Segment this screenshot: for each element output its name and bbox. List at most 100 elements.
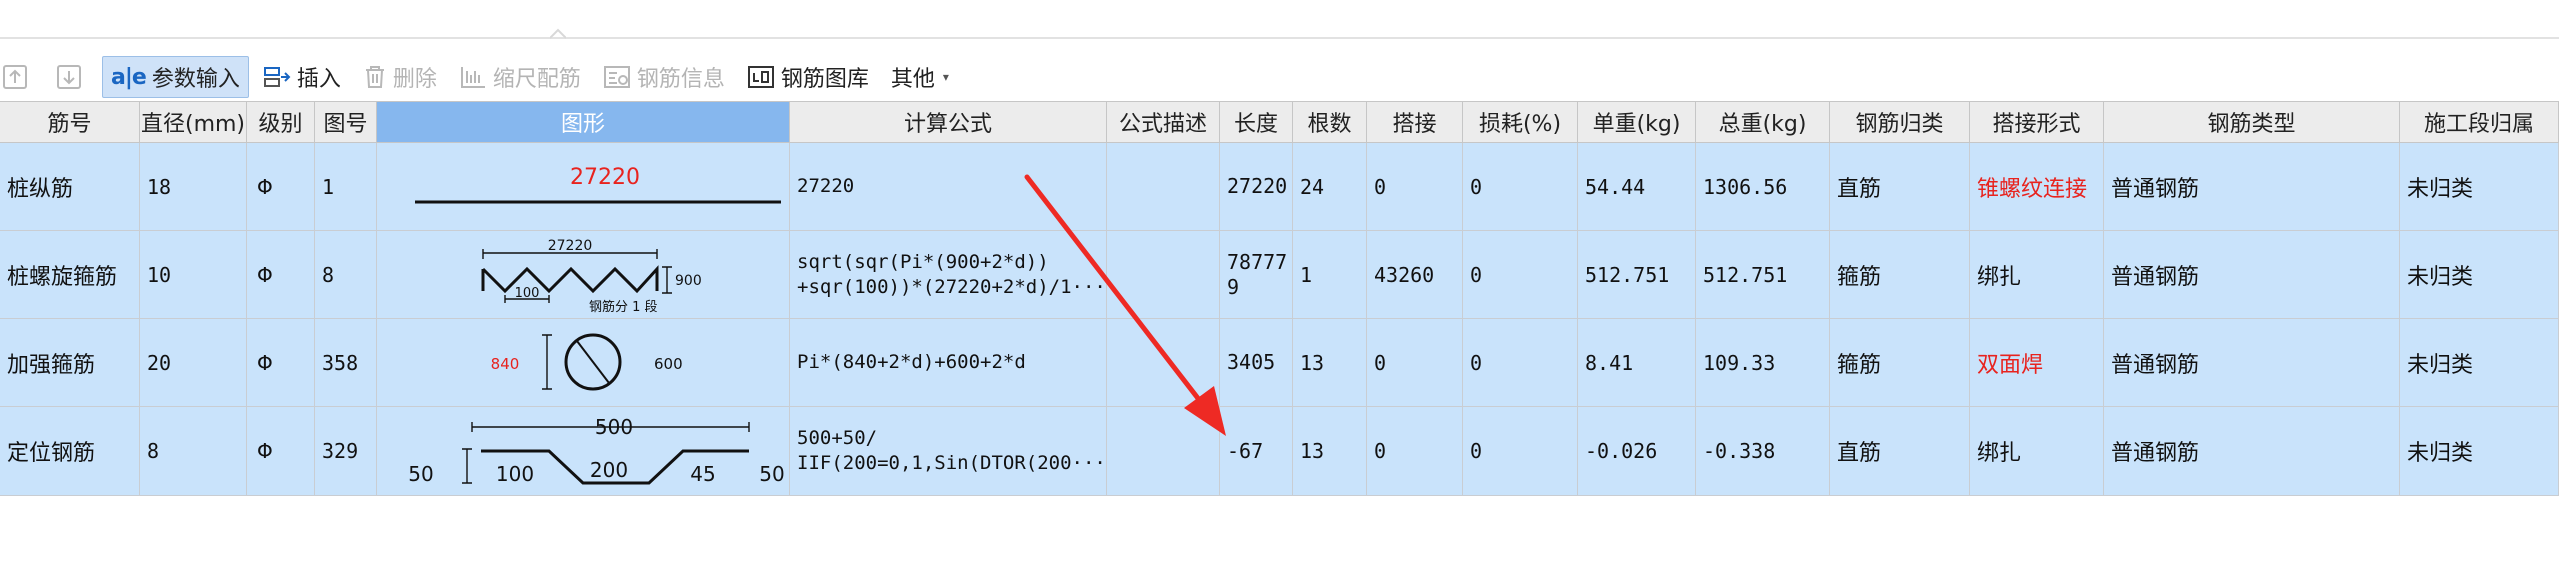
cell-shape[interactable]: 500 50 100 200 45 50 (377, 407, 790, 496)
move-down-button[interactable] (48, 57, 96, 97)
cell-diameter[interactable]: 20 (140, 319, 247, 407)
cell-lap-type[interactable]: 双面焊 (1970, 319, 2104, 407)
cell-loss[interactable]: 0 (1463, 319, 1578, 407)
cell-count[interactable]: 13 (1293, 319, 1367, 407)
cell-unit-weight[interactable]: -0.026 (1578, 407, 1696, 496)
rebar-library-button[interactable]: 钢筋图库 (739, 57, 877, 97)
cell-grade[interactable]: Φ (247, 231, 315, 319)
cell-loss[interactable]: 0 (1463, 231, 1578, 319)
cell-grade[interactable]: Φ (247, 407, 315, 496)
param-input-button[interactable]: a|e 参数输入 (102, 56, 249, 98)
header-loss[interactable]: 损耗(%) (1463, 101, 1578, 143)
cell-total-weight[interactable]: 512.751 (1696, 231, 1830, 319)
cell-shape[interactable]: 27220 900 100 钢筋分 1 段 (377, 231, 790, 319)
cell-diameter[interactable]: 10 (140, 231, 247, 319)
cell-count[interactable]: 24 (1293, 143, 1367, 231)
header-count[interactable]: 根数 (1293, 101, 1367, 143)
panel-notch (550, 28, 566, 39)
cell-segment[interactable]: 未归类 (2400, 407, 2559, 496)
header-rebar-no[interactable]: 筋号 (0, 101, 140, 143)
cell-lap[interactable]: 43260 (1367, 231, 1463, 319)
cell-lap-type[interactable]: 锥螺纹连接 (1970, 143, 2104, 231)
header-figure-no[interactable]: 图号 (315, 101, 377, 143)
cell-total-weight[interactable]: 1306.56 (1696, 143, 1830, 231)
cell-lap-type[interactable]: 绑扎 (1970, 407, 2104, 496)
cell-length[interactable]: 78777 9 (1220, 231, 1293, 319)
cell-rebar-no[interactable]: 加强箍筋 (0, 319, 140, 407)
cell-figure-no[interactable]: 358 (315, 319, 377, 407)
cell-lap[interactable]: 0 (1367, 143, 1463, 231)
header-formula-desc[interactable]: 公式描述 (1107, 101, 1220, 143)
cell-unit-weight[interactable]: 8.41 (1578, 319, 1696, 407)
cell-rebar-no[interactable]: 定位钢筋 (0, 407, 140, 496)
cell-grade[interactable]: Φ (247, 319, 315, 407)
insert-button[interactable]: 插入 (255, 57, 349, 97)
header-lap[interactable]: 搭接 (1367, 101, 1463, 143)
header-diameter[interactable]: 直径(mm) (140, 101, 247, 143)
cell-loss[interactable]: 0 (1463, 407, 1578, 496)
cell-diameter[interactable]: 8 (140, 407, 247, 496)
header-formula[interactable]: 计算公式 (790, 101, 1107, 143)
cell-unit-weight[interactable]: 512.751 (1578, 231, 1696, 319)
table-row[interactable]: 定位钢筋 8 Φ 329 500 50 100 200 45 50 500+50/II… (0, 407, 2559, 496)
cell-figure-no[interactable]: 8 (315, 231, 377, 319)
cell-shape[interactable]: 27220 (377, 143, 790, 231)
cell-length[interactable]: -67 (1220, 407, 1293, 496)
cell-rebar-type[interactable]: 普通钢筋 (2104, 319, 2400, 407)
rebar-info-button[interactable]: 钢筋信息 (595, 57, 733, 97)
header-shape[interactable]: 图形 (377, 101, 790, 143)
table-row[interactable]: 加强箍筋 20 Φ 358 840 600 Pi*(840+2*d)+600+2*d 3… (0, 319, 2559, 407)
cell-unit-weight[interactable]: 54.44 (1578, 143, 1696, 231)
cell-shape[interactable]: 840 600 (377, 319, 790, 407)
move-up-button[interactable] (0, 57, 42, 97)
header-rebar-type[interactable]: 钢筋类型 (2104, 101, 2400, 143)
cell-grade[interactable]: Φ (247, 143, 315, 231)
formula-line: +sqr(100))*(27220+2*d)/1··· (797, 275, 1106, 298)
cell-lap[interactable]: 0 (1367, 407, 1463, 496)
cell-formula[interactable]: 500+50/IIF(200=0,1,Sin(DTOR(200··· (790, 407, 1107, 496)
cell-formula[interactable]: Pi*(840+2*d)+600+2*d (790, 319, 1107, 407)
cell-rebar-type[interactable]: 普通钢筋 (2104, 407, 2400, 496)
cell-loss[interactable]: 0 (1463, 143, 1578, 231)
header-length[interactable]: 长度 (1220, 101, 1293, 143)
cell-rebar-category[interactable]: 直筋 (1830, 143, 1970, 231)
cell-diameter[interactable]: 18 (140, 143, 247, 231)
cell-formula-desc[interactable] (1107, 143, 1220, 231)
cell-segment[interactable]: 未归类 (2400, 143, 2559, 231)
header-rebar-category[interactable]: 钢筋归类 (1830, 101, 1970, 143)
table-row[interactable]: 桩纵筋 18 Φ 1 27220 27220 27220 24 0 0 54.44 1306.56… (0, 143, 2559, 231)
cell-formula[interactable]: sqrt(sqr(Pi*(900+2*d)) +sqr(100))*(27220+… (790, 231, 1107, 319)
cell-formula-desc[interactable] (1107, 407, 1220, 496)
cell-segment[interactable]: 未归类 (2400, 231, 2559, 319)
cell-rebar-category[interactable]: 箍筋 (1830, 231, 1970, 319)
cell-segment[interactable]: 未归类 (2400, 319, 2559, 407)
cell-figure-no[interactable]: 1 (315, 143, 377, 231)
cell-rebar-category[interactable]: 箍筋 (1830, 319, 1970, 407)
scale-rebar-button[interactable]: 缩尺配筋 (451, 57, 589, 97)
header-segment[interactable]: 施工段归属 (2400, 101, 2559, 143)
cell-count[interactable]: 13 (1293, 407, 1367, 496)
cell-rebar-type[interactable]: 普通钢筋 (2104, 143, 2400, 231)
header-grade[interactable]: 级别 (247, 101, 315, 143)
cell-figure-no[interactable]: 329 (315, 407, 377, 496)
cell-rebar-no[interactable]: 桩纵筋 (0, 143, 140, 231)
other-menu-button[interactable]: 其他 ▾ (883, 57, 957, 97)
cell-formula[interactable]: 27220 (790, 143, 1107, 231)
table-row[interactable]: 桩螺旋箍筋 10 Φ 8 27220 900 100 钢筋分 1 段 sqrt(sqr… (0, 231, 2559, 319)
delete-button[interactable]: 删除 (355, 57, 445, 97)
cell-formula-desc[interactable] (1107, 319, 1220, 407)
cell-lap-type[interactable]: 绑扎 (1970, 231, 2104, 319)
cell-lap[interactable]: 0 (1367, 319, 1463, 407)
cell-rebar-type[interactable]: 普通钢筋 (2104, 231, 2400, 319)
cell-total-weight[interactable]: 109.33 (1696, 319, 1830, 407)
cell-length[interactable]: 3405 (1220, 319, 1293, 407)
cell-length[interactable]: 27220 (1220, 143, 1293, 231)
cell-formula-desc[interactable] (1107, 231, 1220, 319)
cell-total-weight[interactable]: -0.338 (1696, 407, 1830, 496)
cell-count[interactable]: 1 (1293, 231, 1367, 319)
header-unit-weight[interactable]: 单重(kg) (1578, 101, 1696, 143)
header-total-weight[interactable]: 总重(kg) (1696, 101, 1830, 143)
cell-rebar-category[interactable]: 直筋 (1830, 407, 1970, 496)
cell-rebar-no[interactable]: 桩螺旋箍筋 (0, 231, 140, 319)
header-lap-type[interactable]: 搭接形式 (1970, 101, 2104, 143)
